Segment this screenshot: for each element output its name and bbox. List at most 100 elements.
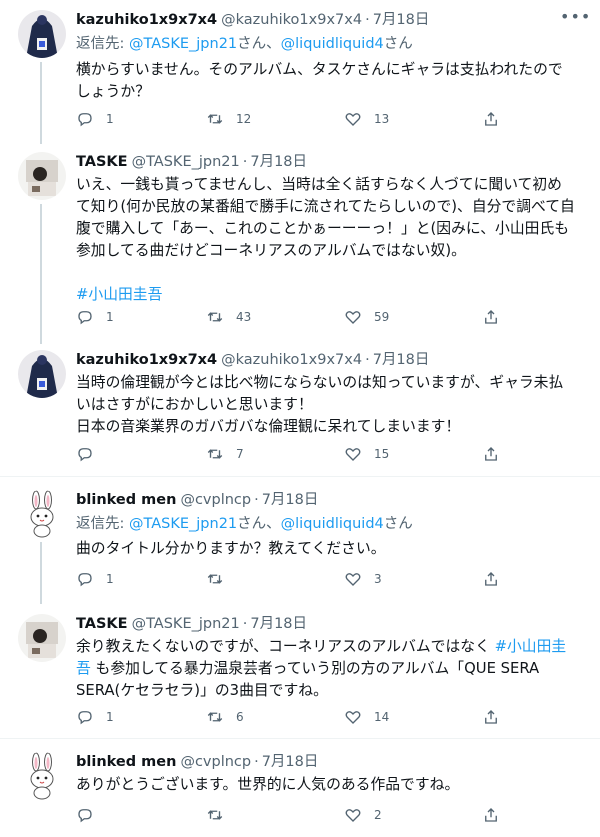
tweet[interactable]: kazuhiko1x9x7x4 @kazuhiko1x9x7x4 · 7月18日 当時… xyxy=(0,350,600,470)
like-button[interactable]: 3 xyxy=(344,568,382,590)
tweet-text: ありがとうございます。世界的に人気のある作品ですね。 xyxy=(76,774,586,796)
tweet-actions: 1 3 xyxy=(76,568,516,590)
more-icon[interactable]: ••• xyxy=(560,9,590,30)
tweet[interactable]: TASKE @TASKE_jpn21 · 7月18日 いえ、一銭も貰ってませんし、当時… xyxy=(0,152,600,344)
tweet-date[interactable]: 7月18日 xyxy=(250,616,307,632)
tweet-date[interactable]: 7月18日 xyxy=(373,352,430,368)
thread-line xyxy=(40,542,42,604)
retweet-icon xyxy=(207,574,223,584)
reply-to-suffix: さん xyxy=(383,516,413,532)
retweet-button[interactable]: 7 xyxy=(206,443,244,465)
share-button[interactable] xyxy=(482,568,500,590)
tweet-text-line: 吾 も参加してる暴力温泉芸者っていう別の方のアルバム「QUE SERA xyxy=(76,658,586,680)
tweet-text-line: SERA(ケセラセラ)」の3曲目ですね。 xyxy=(76,682,328,699)
thread-line xyxy=(40,204,42,344)
share-button[interactable] xyxy=(482,108,500,130)
reply-icon xyxy=(78,311,92,325)
tweet-date[interactable]: 7月18日 xyxy=(373,12,430,28)
avatar[interactable] xyxy=(18,752,66,800)
reply-count: 1 xyxy=(106,310,114,324)
reply-button[interactable]: 1 xyxy=(76,568,114,590)
like-button[interactable]: 13 xyxy=(344,108,389,130)
tweet[interactable]: blinked men @cvplncp · 7月18日 返信先: @TASKE_jp… xyxy=(0,490,600,604)
mention-link[interactable]: @liquidliquid4 xyxy=(281,36,384,52)
tweet-date[interactable]: 7月18日 xyxy=(262,754,319,770)
reply-button[interactable]: 1 xyxy=(76,108,114,130)
hashtag-link[interactable]: #小山田圭吾 xyxy=(76,284,586,306)
tweet-text: 曲のタイトル分かりますか？教えてください。 xyxy=(76,538,586,560)
avatar[interactable] xyxy=(18,152,66,200)
tweet[interactable]: kazuhiko1x9x7x4 @kazuhiko1x9x7x4 · 7月18日 ••… xyxy=(0,9,600,144)
share-button[interactable] xyxy=(482,443,500,465)
mention-link[interactable]: @TASKE_jpn21 xyxy=(129,36,237,52)
reply-to-suffix: さん xyxy=(383,36,413,52)
tweet-date[interactable]: 7月18日 xyxy=(250,154,307,170)
user-handle[interactable]: @kazuhiko1x9x7x4 xyxy=(221,352,362,368)
share-button[interactable] xyxy=(482,804,500,826)
retweet-icon xyxy=(207,810,223,820)
retweet-count: 43 xyxy=(236,310,252,324)
tweet-date[interactable]: 7月18日 xyxy=(262,492,319,508)
tweet[interactable]: blinked men @cvplncp · 7月18日 ありがとうございます。世界的… xyxy=(0,752,600,837)
separator: · xyxy=(254,754,259,770)
retweet-button[interactable]: 6 xyxy=(206,706,244,728)
user-handle[interactable]: @cvplncp xyxy=(180,492,251,508)
avatar[interactable] xyxy=(18,490,66,538)
share-button[interactable] xyxy=(482,706,500,728)
retweet-button[interactable] xyxy=(206,804,236,826)
tweet-text-line: しょうか？ xyxy=(76,83,150,100)
tweet[interactable]: TASKE @TASKE_jpn21 · 7月18日 余り教えたくないのですが、コーネ… xyxy=(0,614,600,734)
user-handle[interactable]: @TASKE_jpn21 xyxy=(132,154,240,170)
reply-icon xyxy=(78,448,92,462)
display-name[interactable]: kazuhiko1x9x7x4 xyxy=(76,12,217,28)
user-handle[interactable]: @TASKE_jpn21 xyxy=(132,616,240,632)
display-name[interactable]: blinked men xyxy=(76,754,176,770)
reply-button[interactable] xyxy=(76,804,106,826)
mention-link[interactable]: @liquidliquid4 xyxy=(281,516,384,532)
retweet-button[interactable]: 43 xyxy=(206,306,251,328)
tweet-header: kazuhiko1x9x7x4 @kazuhiko1x9x7x4 · 7月18日 xyxy=(76,350,560,370)
avatar[interactable] xyxy=(18,614,66,662)
tweet-header: blinked men @cvplncp · 7月18日 xyxy=(76,752,560,772)
like-button[interactable]: 14 xyxy=(344,706,389,728)
reply-button[interactable]: 1 xyxy=(76,706,114,728)
hashtag-link[interactable]: 吾 xyxy=(76,660,91,677)
display-name[interactable]: blinked men xyxy=(76,492,176,508)
reply-to-line: 返信先: @TASKE_jpn21さん、@liquidliquid4さん xyxy=(76,34,413,54)
tweet-header: TASKE @TASKE_jpn21 · 7月18日 xyxy=(76,152,560,172)
user-handle[interactable]: @kazuhiko1x9x7x4 xyxy=(221,12,362,28)
retweet-icon xyxy=(207,712,223,722)
avatar[interactable] xyxy=(18,10,66,58)
like-icon xyxy=(345,809,361,822)
avatar[interactable] xyxy=(18,350,66,398)
display-name[interactable]: TASKE xyxy=(76,154,128,170)
mention-link[interactable]: @TASKE_jpn21 xyxy=(129,516,237,532)
share-button[interactable] xyxy=(482,306,500,328)
user-handle[interactable]: @cvplncp xyxy=(180,754,251,770)
reply-icon xyxy=(78,113,92,127)
reply-icon xyxy=(78,573,92,587)
hashtag-link[interactable]: #小山田圭 xyxy=(495,638,567,655)
tweet-actions: 7 15 xyxy=(76,443,516,465)
thread-divider xyxy=(0,738,600,739)
like-button[interactable]: 15 xyxy=(344,443,389,465)
share-icon xyxy=(485,572,497,586)
reply-button[interactable]: 1 xyxy=(76,306,114,328)
separator: · xyxy=(365,12,370,28)
reply-to-suffix: さん、 xyxy=(237,36,281,52)
share-icon xyxy=(485,112,497,126)
retweet-button[interactable]: 12 xyxy=(206,108,251,130)
reply-to-prefix: 返信先: xyxy=(76,36,129,52)
retweet-button[interactable] xyxy=(206,568,236,590)
display-name[interactable]: TASKE xyxy=(76,616,128,632)
share-icon xyxy=(485,808,497,822)
like-count: 59 xyxy=(374,310,390,324)
tweet-text: 横からすいません。そのアルバム、タスケさんにギャラは支払われたので しょうか？ xyxy=(76,59,586,103)
like-button[interactable]: 2 xyxy=(344,804,382,826)
tweet-text-line: ありがとうございます。世界的に人気のある作品ですね。 xyxy=(76,776,460,793)
reply-button[interactable] xyxy=(76,443,106,465)
like-count: 15 xyxy=(374,447,390,461)
like-button[interactable]: 59 xyxy=(344,306,389,328)
display-name[interactable]: kazuhiko1x9x7x4 xyxy=(76,352,217,368)
tweet-header: blinked men @cvplncp · 7月18日 xyxy=(76,490,560,510)
